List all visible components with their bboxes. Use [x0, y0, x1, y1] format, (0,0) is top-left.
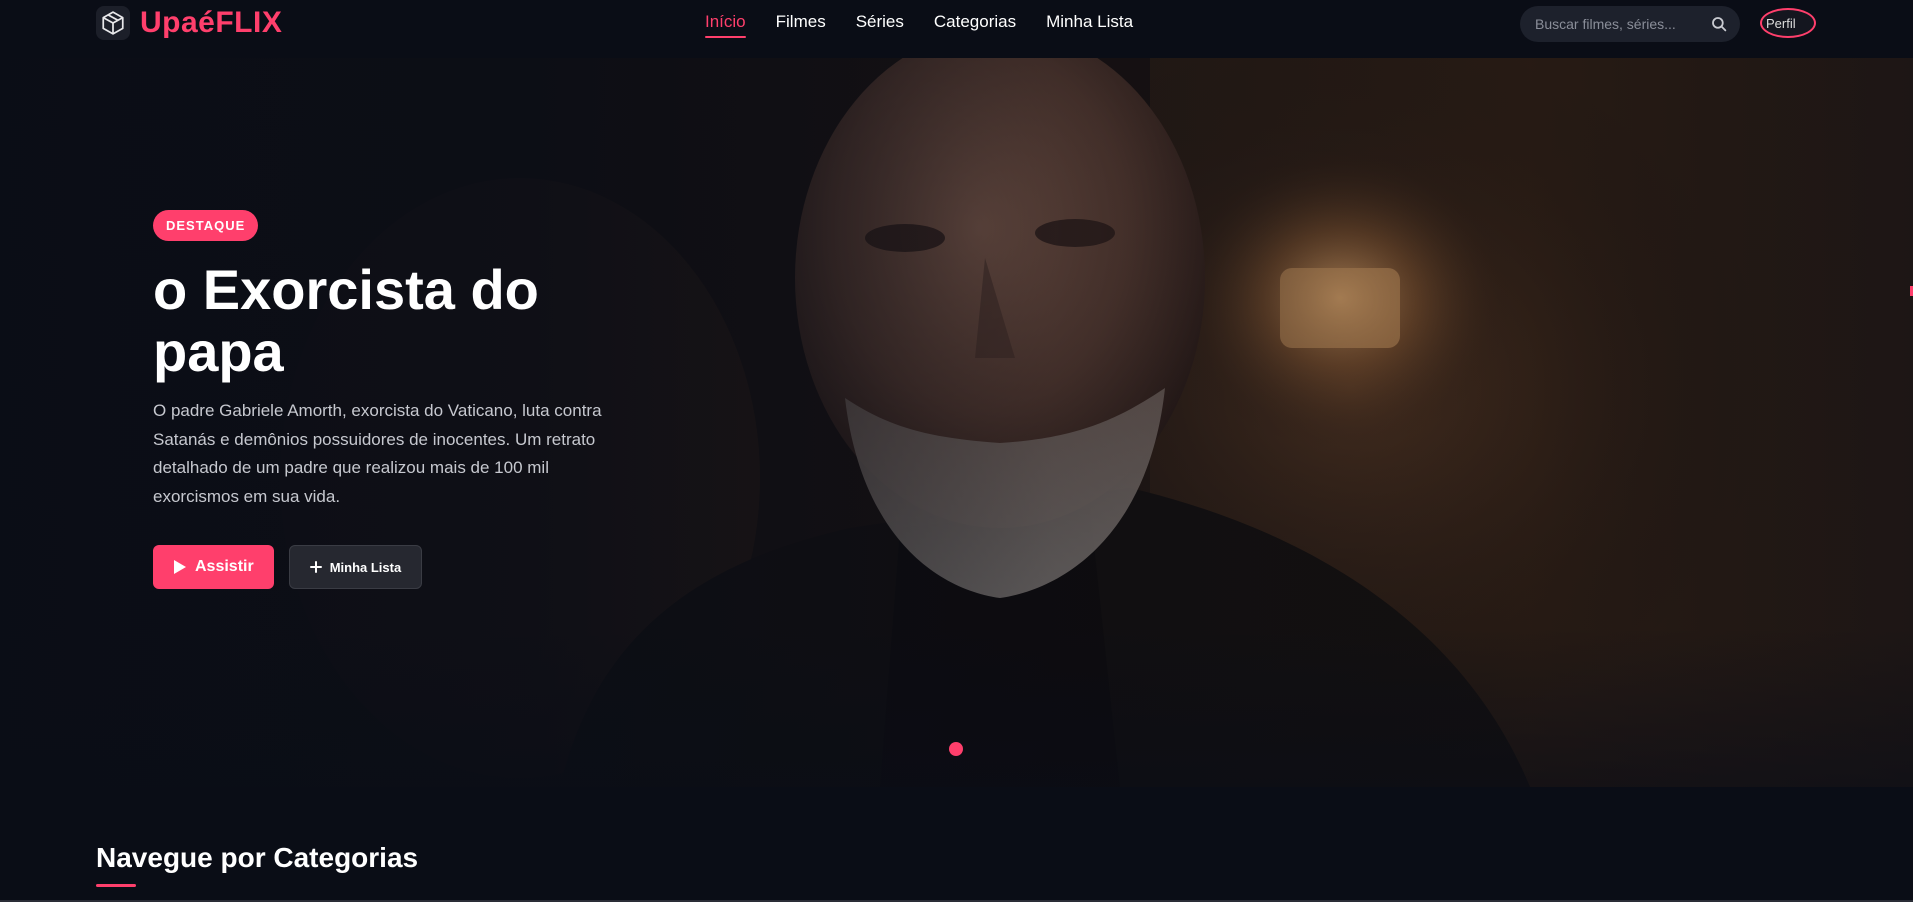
nav-item-inicio[interactable]: Início [705, 12, 746, 38]
logo[interactable]: UpaéFLIX [96, 6, 282, 40]
hero-title: o Exorcista do papa [153, 258, 539, 383]
categories-section-title: Navegue por Categorias [96, 842, 419, 873]
nav-item-minha-lista[interactable]: Minha Lista [1046, 12, 1133, 38]
carousel-dot-active[interactable] [949, 742, 963, 756]
hero-banner: DESTAQUE o Exorcista do papa O padre Gab… [0, 58, 1913, 787]
main-nav: Início Filmes Séries Categorias Minha Li… [705, 12, 1163, 38]
search-icon[interactable] [1710, 15, 1728, 38]
cube-logo-icon [96, 6, 130, 40]
avatar[interactable]: Perfil [1760, 8, 1816, 38]
nav-item-categorias[interactable]: Categorias [934, 12, 1016, 38]
plus-icon [309, 561, 322, 573]
top-header: UpaéFLIX Início Filmes Séries Categorias… [0, 0, 1913, 58]
search-input[interactable] [1535, 16, 1705, 32]
hero-actions: Assistir Minha Lista [153, 545, 633, 589]
search-box [1520, 6, 1740, 42]
watch-button[interactable]: Assistir [153, 545, 274, 589]
add-to-list-button[interactable]: Minha Lista [288, 545, 423, 589]
hero-description: O padre Gabriele Amorth, exorcista do Va… [153, 401, 602, 506]
logo-text: UpaéFLIX [140, 6, 283, 39]
add-to-list-label: Minha Lista [329, 559, 402, 575]
watch-button-label: Assistir [195, 558, 254, 575]
avatar-alt-text: Perfil [1766, 15, 1796, 31]
section-title-underline [96, 884, 136, 887]
hero-bottom-fade [0, 627, 1913, 787]
hero-content: DESTAQUE o Exorcista do papa O padre Gab… [153, 210, 633, 589]
nav-item-series[interactable]: Séries [856, 12, 904, 38]
nav-item-filmes[interactable]: Filmes [776, 12, 826, 38]
play-icon [174, 560, 186, 574]
featured-badge: DESTAQUE [153, 210, 259, 241]
